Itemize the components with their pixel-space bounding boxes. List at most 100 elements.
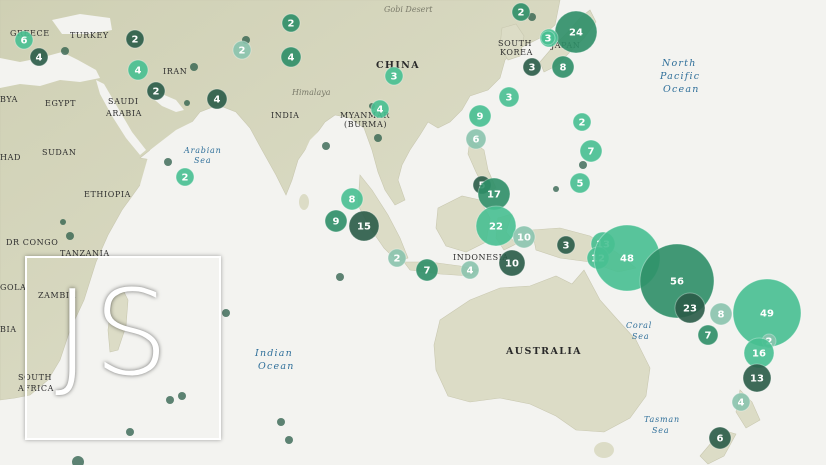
cluster-marker[interactable]: 6	[465, 128, 487, 150]
map-marker-dot[interactable]	[222, 309, 230, 317]
cluster-count: 13	[750, 374, 764, 385]
country-label-egypt: EGYPT	[45, 99, 76, 108]
map-marker-dot[interactable]	[60, 219, 66, 225]
water-label-pacific: Pacific	[659, 71, 700, 82]
cluster-marker[interactable]: 4	[29, 47, 49, 67]
water-label-sea-tasman: Sea	[652, 426, 669, 435]
cluster-marker[interactable]: 7	[579, 139, 603, 163]
cluster-count: 8	[560, 63, 567, 74]
map-marker-dot[interactable]	[184, 100, 190, 106]
cluster-marker[interactable]: 17	[477, 177, 511, 211]
country-label-india: INDIA	[271, 111, 300, 120]
cluster-marker[interactable]: 2	[511, 2, 531, 22]
cluster-count: 4	[738, 398, 745, 409]
cluster-marker[interactable]: 16	[743, 337, 775, 369]
country-label-burma: (BURMA)	[344, 120, 387, 129]
cluster-count: 5	[577, 179, 584, 190]
map-marker-dot[interactable]	[164, 158, 172, 166]
cluster-marker[interactable]: 2	[175, 167, 195, 187]
cluster-count: 4	[214, 95, 221, 106]
cluster-marker[interactable]: 4	[731, 392, 751, 412]
map-marker-dot[interactable]	[277, 418, 285, 426]
terrain-label-gobi: Gobi Desert	[384, 5, 433, 14]
cluster-marker[interactable]: 6	[14, 30, 34, 50]
cluster-marker[interactable]: 2	[387, 248, 407, 268]
cluster-count: 17	[487, 190, 501, 201]
cluster-marker[interactable]: 8	[709, 302, 733, 326]
cluster-marker[interactable]: 8	[551, 55, 575, 79]
cluster-marker[interactable]: 10	[512, 225, 536, 249]
cluster-marker[interactable]: 8	[340, 187, 364, 211]
country-label-chad: HAD	[0, 153, 21, 162]
cluster-marker[interactable]: 3	[556, 235, 576, 255]
water-label-ocean-ind: Ocean	[258, 361, 295, 372]
cluster-marker[interactable]: 2	[146, 81, 166, 101]
cluster-marker[interactable]: 4	[460, 260, 480, 280]
cluster-count: 22	[489, 222, 503, 233]
cluster-marker[interactable]: 4	[370, 99, 390, 119]
cluster-marker[interactable]: 5	[569, 172, 591, 194]
map-marker-dot[interactable]	[66, 232, 74, 240]
js-logo-text: JS	[55, 264, 173, 402]
cluster-marker[interactable]: 22	[475, 205, 517, 247]
water-label-coral: Coral	[626, 321, 652, 330]
cluster-count: 2	[394, 254, 401, 265]
country-label-turkey: TURKEY	[70, 31, 109, 40]
map-marker-dot[interactable]	[374, 134, 382, 142]
cluster-marker[interactable]: 15	[348, 210, 380, 242]
cluster-count: 6	[717, 434, 724, 445]
cluster-marker[interactable]: 3	[522, 57, 542, 77]
country-label-sudan: SUDAN	[42, 148, 76, 157]
cluster-marker[interactable]: 2	[232, 40, 252, 60]
cluster-marker[interactable]: 9	[468, 104, 492, 128]
cluster-marker[interactable]: 3	[498, 86, 520, 108]
map-marker-dot[interactable]	[553, 186, 559, 192]
map-marker-dot[interactable]	[61, 47, 69, 55]
cluster-count: 2	[288, 19, 295, 30]
water-label-sea-arab: Sea	[194, 156, 211, 165]
country-label-bia: BIA	[0, 325, 17, 334]
cluster-marker[interactable]: 3	[384, 66, 404, 86]
cluster-count: 48	[620, 254, 634, 265]
cluster-marker[interactable]: 13	[742, 363, 772, 393]
terrain-label-himalaya: Himalaya	[291, 88, 331, 97]
country-label-angola: GOLA	[0, 283, 26, 292]
cluster-count: 2	[579, 118, 586, 129]
map-marker-dot[interactable]	[336, 273, 344, 281]
water-label-tasman: Tasman	[644, 415, 680, 424]
cluster-marker[interactable]: 23	[674, 292, 706, 324]
country-label-libya: BYA	[0, 95, 18, 104]
cluster-marker[interactable]: 2	[125, 29, 145, 49]
map-marker-dot[interactable]	[285, 436, 293, 444]
cluster-count: 24	[569, 28, 583, 39]
cluster-marker[interactable]: 2	[572, 112, 592, 132]
cluster-count: 15	[357, 222, 371, 233]
cluster-marker[interactable]: 4	[206, 88, 228, 110]
cluster-count: 3	[506, 93, 513, 104]
cluster-marker[interactable]: 4	[280, 46, 302, 68]
cluster-marker[interactable]: 4	[127, 59, 149, 81]
cluster-marker[interactable]: 7	[697, 324, 719, 346]
cluster-count: 3	[529, 63, 536, 74]
cluster-marker[interactable]: 6	[708, 426, 732, 450]
country-label-south-korea-2: KOREA	[500, 48, 533, 57]
cluster-count: 2	[132, 35, 139, 46]
map-viewport[interactable]: GREECETURKEYIRANBYAEGYPTSAUDIARABIAHADSU…	[0, 0, 826, 465]
cluster-count: 9	[333, 217, 340, 228]
cluster-marker[interactable]: 10	[498, 249, 526, 277]
country-label-iran: IRAN	[163, 67, 187, 76]
cluster-count: 3	[563, 241, 570, 252]
map-marker-dot[interactable]	[72, 456, 84, 465]
cluster-count: 4	[288, 53, 295, 64]
map-marker-dot[interactable]	[190, 63, 198, 71]
cluster-count: 8	[718, 310, 725, 321]
map-marker-dot[interactable]	[322, 142, 330, 150]
cluster-count: 9	[477, 112, 484, 123]
cluster-marker[interactable]: 24	[554, 10, 598, 54]
cluster-marker[interactable]: 9	[324, 209, 348, 233]
cluster-marker[interactable]: 3	[540, 30, 556, 46]
map-marker-dot[interactable]	[579, 161, 587, 169]
cluster-marker[interactable]: 7	[415, 258, 439, 282]
cluster-count: 49	[760, 309, 774, 320]
cluster-marker[interactable]: 2	[281, 13, 301, 33]
